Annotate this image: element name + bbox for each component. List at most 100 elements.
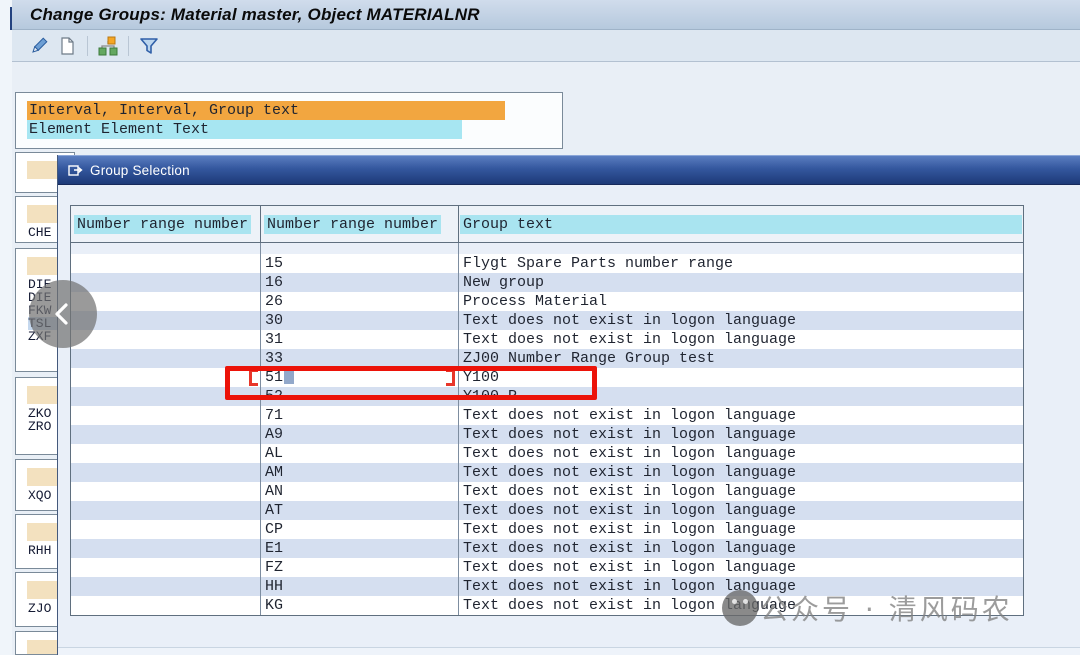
table-row[interactable]: AT Text does not exist in logon language xyxy=(71,501,1023,520)
header-col-2-label: Number range number xyxy=(264,215,441,234)
cell-range-number-1 xyxy=(71,349,261,368)
cell-range-number-1 xyxy=(71,273,261,292)
cell-group-text: Text does not exist in logon language xyxy=(459,425,1023,444)
dialog-title: Group Selection xyxy=(90,163,190,178)
interval-legend-box: Interval, Interval, Group text Element E… xyxy=(15,92,563,149)
cell-range-number-1 xyxy=(71,539,261,558)
dialog-bottom-divider xyxy=(58,647,1080,655)
cell-group-text: Text does not exist in logon language xyxy=(459,501,1023,520)
table-row[interactable]: 33 ZJ00 Number Range Group test xyxy=(71,349,1023,368)
cell-group-text: New group xyxy=(459,273,1023,292)
cell-range-number-2[interactable]: KG xyxy=(261,596,459,615)
edit-pencil-icon[interactable] xyxy=(28,35,50,57)
cell-group-text: Text does not exist in logon language xyxy=(459,406,1023,425)
cell-group-text: Text does not exist in logon language xyxy=(459,330,1023,349)
cell-group-text: Flygt Spare Parts number range xyxy=(459,254,1023,273)
header-col-3-label: Group text xyxy=(460,215,1022,234)
table-row[interactable]: 16 New group xyxy=(71,273,1023,292)
cell-range-number-2[interactable]: 16 xyxy=(261,273,459,292)
number-range-value: 30 xyxy=(265,312,283,329)
table-row[interactable]: AN Text does not exist in logon language xyxy=(71,482,1023,501)
cell-range-number-2[interactable]: AL xyxy=(261,444,459,463)
cell-range-number-2[interactable]: 30 xyxy=(261,311,459,330)
cell-range-number-2[interactable]: 33 xyxy=(261,349,459,368)
legend-row: Element Element Text xyxy=(27,119,562,138)
cell-group-text: Text does not exist in logon language xyxy=(459,558,1023,577)
table-row[interactable]: 30 Text does not exist in logon language xyxy=(71,311,1023,330)
number-range-value: AM xyxy=(265,464,283,481)
field-corner-bracket xyxy=(446,377,455,386)
cell-range-number-2[interactable]: 51 xyxy=(261,368,459,387)
cell-range-number-1 xyxy=(71,387,261,406)
table-row[interactable]: KG Text does not exist in logon language xyxy=(71,596,1023,615)
cell-group-text: Text does not exist in logon language xyxy=(459,577,1023,596)
filter-funnel-icon[interactable] xyxy=(138,35,160,57)
field-corner-bracket xyxy=(249,377,258,386)
legend-row: Interval, Interval, Group text xyxy=(27,100,562,119)
cell-range-number-2[interactable]: 52 xyxy=(261,387,459,406)
back-navigation-button[interactable] xyxy=(29,280,97,348)
table-row[interactable]: A9 Text does not exist in logon language xyxy=(71,425,1023,444)
table-row[interactable]: 51 Y100 xyxy=(71,368,1023,387)
header-col-2: Number range number xyxy=(261,206,459,242)
cell-range-number-2[interactable]: 71 xyxy=(261,406,459,425)
cell-group-text: Text does not exist in logon language xyxy=(459,596,1023,615)
cell-range-number-2[interactable]: E1 xyxy=(261,539,459,558)
number-range-value: CP xyxy=(265,521,283,538)
header-col-1-label: Number range number xyxy=(74,215,251,234)
number-range-value: 51 xyxy=(265,369,283,386)
table-row[interactable]: AM Text does not exist in logon language xyxy=(71,463,1023,482)
cell-range-number-1 xyxy=(71,368,261,387)
cell-range-number-2[interactable]: AN xyxy=(261,482,459,501)
dialog-titlebar[interactable]: Group Selection xyxy=(58,155,1080,185)
table-row[interactable]: 15 Flygt Spare Parts number range xyxy=(71,254,1023,273)
table-row[interactable]: E1 Text does not exist in logon language xyxy=(71,539,1023,558)
left-margin-strip xyxy=(0,0,12,655)
table-row[interactable]: 26 Process Material xyxy=(71,292,1023,311)
number-range-value: HH xyxy=(265,578,283,595)
cell-range-number-2[interactable]: 31 xyxy=(261,330,459,349)
group-selection-dialog: Group Selection Number range number Numb… xyxy=(57,155,1080,655)
text-cursor xyxy=(284,369,294,384)
table-row[interactable]: HH Text does not exist in logon language xyxy=(71,577,1023,596)
table-row[interactable]: AL Text does not exist in logon language xyxy=(71,444,1023,463)
number-range-value: 15 xyxy=(265,255,283,272)
cell-range-number-2[interactable]: AT xyxy=(261,501,459,520)
cell-range-number-1 xyxy=(71,577,261,596)
number-range-value: 31 xyxy=(265,331,283,348)
hierarchy-icon[interactable] xyxy=(97,35,119,57)
cell-range-number-2[interactable]: 26 xyxy=(261,292,459,311)
table-row[interactable]: 31 Text does not exist in logon language xyxy=(71,330,1023,349)
cell-range-number-1 xyxy=(71,444,261,463)
cell-range-number-2[interactable]: A9 xyxy=(261,425,459,444)
number-range-value: E1 xyxy=(265,540,283,557)
number-range-value: 26 xyxy=(265,293,283,310)
number-range-value: FZ xyxy=(265,559,283,576)
table-row[interactable]: FZ Text does not exist in logon language xyxy=(71,558,1023,577)
cell-range-number-1 xyxy=(71,558,261,577)
cell-range-number-2[interactable]: FZ xyxy=(261,558,459,577)
sap-screen: Change Groups: Material master, Object M… xyxy=(0,0,1080,655)
create-page-icon[interactable] xyxy=(56,35,78,57)
cell-range-number-2[interactable]: HH xyxy=(261,577,459,596)
cell-range-number-1 xyxy=(71,520,261,539)
cell-range-number-1 xyxy=(71,311,261,330)
table-row[interactable]: CP Text does not exist in logon language xyxy=(71,520,1023,539)
cell-group-text: Process Material xyxy=(459,292,1023,311)
number-range-value: AL xyxy=(265,445,283,462)
toolbar-separator xyxy=(87,36,88,56)
application-toolbar xyxy=(12,30,1080,62)
cell-group-text: Text does not exist in logon language xyxy=(459,520,1023,539)
cell-range-number-2[interactable]: AM xyxy=(261,463,459,482)
table-row[interactable]: 52 Y100 P xyxy=(71,387,1023,406)
table-row[interactable]: 71 Text does not exist in logon language xyxy=(71,406,1023,425)
cell-range-number-2[interactable]: CP xyxy=(261,520,459,539)
number-range-value: 52 xyxy=(265,388,283,405)
legend-row-text: Element Element Text xyxy=(27,120,462,139)
cell-range-number-1 xyxy=(71,425,261,444)
cell-group-text: Text does not exist in logon language xyxy=(459,482,1023,501)
header-col-3: Group text xyxy=(459,206,1023,242)
number-range-value: A9 xyxy=(265,426,283,443)
cell-range-number-2[interactable]: 15 xyxy=(261,254,459,273)
number-range-value: AT xyxy=(265,502,283,519)
